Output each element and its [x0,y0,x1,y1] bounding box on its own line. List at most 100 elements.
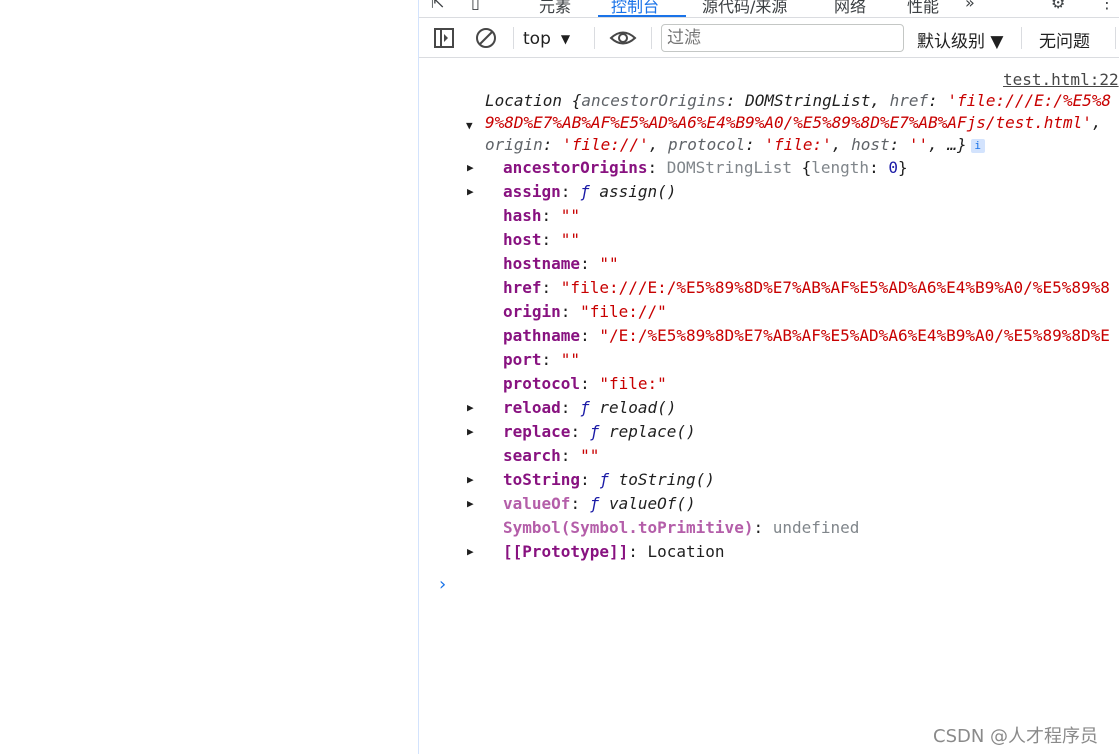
clear-console-icon[interactable] [475,27,497,49]
toolbar-divider [513,27,514,49]
property-value: "" [560,206,581,225]
collapse-triangle-icon[interactable]: ▼ [466,119,473,132]
toolbar-divider [651,27,652,49]
property-value: toString() [618,470,715,489]
property-key: hostname [503,254,581,273]
source-link[interactable]: test.html:22 [1003,70,1119,89]
watermark: CSDN @人才程序员 [933,726,1099,747]
property-key: pathname [503,326,581,345]
property-key: host [503,230,542,249]
tab-network[interactable]: 网络 [834,0,866,17]
console-output: test.html:22 ▼ Location {ancestorOrigins… [419,59,1119,754]
property-value: "" [599,254,619,273]
context-label: top [523,29,551,49]
property-key: Symbol(Symbol.toPrimitive) [503,518,754,537]
log-level-dropdown[interactable]: 默认级别 ▼ [917,27,1003,52]
property-value: "file:" [599,374,667,393]
property-key: port [503,350,542,369]
property-key: [[Prototype]] [503,542,629,561]
property-row: search: "" [503,446,600,465]
property-key: toString [503,470,581,489]
property-value: valueOf() [608,494,696,513]
property-row[interactable]: ▶ assign: ƒ assign() [467,180,1110,204]
expand-triangle-icon[interactable]: ▶ [467,180,474,204]
tab-elements[interactable]: 元素 [539,0,571,17]
expand-triangle-icon[interactable]: ▶ [467,396,474,420]
expand-triangle-icon[interactable]: ▶ [467,540,474,564]
property-row: hash: "" [503,206,581,225]
property-row: pathname: "/E:/%E5%89%8D%E7%AB%AF%E5%AD%… [503,326,1110,345]
more-options-icon[interactable]: ⋮ [1099,0,1115,12]
function-icon: ƒ [580,182,600,201]
property-value: replace() [608,422,696,441]
filter-input[interactable] [661,24,904,52]
property-row: port: "" [503,350,581,369]
property-value: undefined [772,518,860,537]
property-value: "" [560,230,581,249]
property-value: reload() [599,398,677,417]
function-icon: ƒ [599,470,619,489]
settings-gear-icon[interactable]: ⚙ [1051,0,1065,12]
toolbar-divider [1115,27,1116,49]
expand-triangle-icon[interactable]: ▶ [467,468,474,492]
page-blank-area [0,0,418,754]
devtools-panel: ⇱ ▯ 元素 控制台 源代码/来源 网络 性能 » ⚙ ⋮ top ▼ 过滤 默… [418,0,1119,754]
console-prompt-icon[interactable]: › [437,574,448,595]
property-key: protocol [503,374,581,393]
tab-performance[interactable]: 性能 [907,0,939,17]
property-list: ▶ ancestorOrigins: DOMStringList {length:… [467,156,1110,564]
toolbar-divider [594,27,595,49]
context-selector[interactable]: top ▼ [523,27,570,51]
console-toolbar: top ▼ 默认级别 ▼ 无问题 [419,19,1119,58]
property-key: ancestorOrigins [503,158,648,177]
tab-sources[interactable]: 源代码/来源 [702,0,787,17]
property-row: href: "file:///E:/%E5%89%8D%E7%AB%AF%E5%… [503,278,1110,297]
active-tab-indicator [598,15,686,17]
chevron-down-icon: ▼ [560,32,571,46]
property-value: "file:///E:/%E5%89%8D%E7%AB%AF%E5%AD%A6%… [560,278,1110,297]
expand-triangle-icon[interactable]: ▶ [467,156,474,180]
eye-icon[interactable] [609,27,637,49]
property-key: replace [503,422,571,441]
inspect-element-icon[interactable]: ⇱ [431,0,444,12]
property-value: "file://" [580,302,667,321]
property-row: Symbol(Symbol.toPrimitive): undefined [503,518,860,537]
property-extra-value: 0 [888,158,898,177]
more-tabs-icon[interactable]: » [965,0,975,12]
property-key: origin [503,302,561,321]
function-icon: ƒ [589,422,609,441]
property-row[interactable]: ▶ replace: ƒ replace() [467,420,1110,444]
property-row: origin: "file://" [503,302,667,321]
property-row[interactable]: ▶ reload: ƒ reload() [467,396,1110,420]
property-row[interactable]: ▶ toString: ƒ toString() [467,468,1110,492]
property-key: href [503,278,542,297]
expand-triangle-icon[interactable]: ▶ [467,420,474,444]
sidebar-toggle-icon[interactable] [433,27,455,49]
function-icon: ƒ [580,398,600,417]
property-row[interactable]: ▶ ancestorOrigins: DOMStringList {length:… [467,156,1110,180]
property-row[interactable]: ▶ [[Prototype]]: Location [467,540,1110,564]
property-value: "" [580,446,600,465]
devtools-tab-strip: ⇱ ▯ 元素 控制台 源代码/来源 网络 性能 » ⚙ ⋮ [419,0,1119,18]
property-key: search [503,446,561,465]
property-value: assign() [599,182,677,201]
property-row: protocol: "file:" [503,374,667,393]
property-row[interactable]: ▶ valueOf: ƒ valueOf() [467,492,1110,516]
issues-counter[interactable]: 无问题 [1039,27,1090,52]
property-key: assign [503,182,561,201]
property-row: host: "" [503,230,581,249]
property-value: "" [560,350,581,369]
property-value: DOMStringList [666,158,792,177]
expand-triangle-icon[interactable]: ▶ [467,492,474,516]
property-value: Location [647,542,725,561]
info-icon[interactable]: i [970,139,985,153]
device-toolbar-icon[interactable]: ▯ [471,0,480,12]
property-value: "/E:/%E5%89%8D%E7%AB%AF%E5%AD%A6%E4%B9%A… [599,326,1110,345]
property-row: hostname: "" [503,254,619,273]
property-key: hash [503,206,542,225]
function-icon: ƒ [589,494,609,513]
toolbar-divider [1021,27,1022,49]
location-summary[interactable]: Location {ancestorOrigins: DOMStringList… [485,90,1119,156]
property-extra-key: length [811,158,870,177]
property-key: reload [503,398,561,417]
